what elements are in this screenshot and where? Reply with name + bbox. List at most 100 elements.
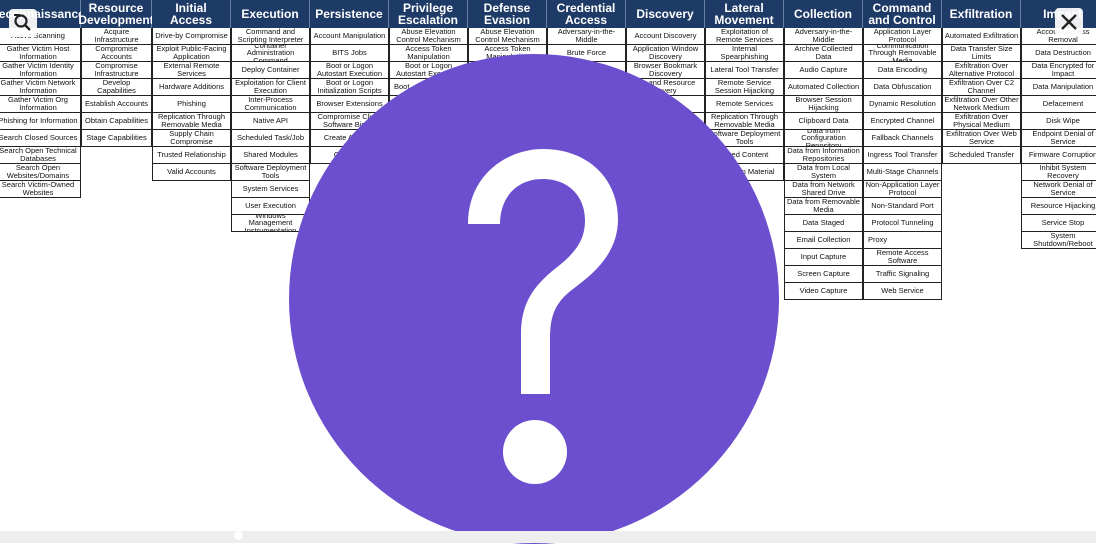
technique-cell[interactable]: Endpoint Denial of Service bbox=[1021, 130, 1096, 147]
technique-cell[interactable]: Communication Through Removable Media bbox=[863, 45, 942, 62]
technique-cell[interactable]: Abuse Elevation Control Mechanism bbox=[389, 28, 468, 45]
technique-cell[interactable]: Browser Session Hijacking bbox=[784, 96, 863, 113]
technique-cell[interactable]: Gather Victim Identity Information bbox=[0, 62, 81, 79]
technique-cell[interactable]: Automated Exfiltration bbox=[942, 28, 1021, 45]
technique-cell[interactable]: Valid Accounts bbox=[152, 164, 231, 181]
technique-cell[interactable]: Encrypted Channel bbox=[863, 113, 942, 130]
technique-cell[interactable]: Trusted Relationship bbox=[152, 147, 231, 164]
technique-cell[interactable]: Gather Victim Host Information bbox=[0, 45, 81, 62]
technique-cell[interactable]: Search Open Technical Databases bbox=[0, 147, 81, 164]
column-header: Resource Development bbox=[78, 0, 154, 28]
technique-cell[interactable]: Data from Removable Media bbox=[784, 198, 863, 215]
technique-cell[interactable]: Exploitation of Remote Services bbox=[705, 28, 784, 45]
technique-cell[interactable]: Service Stop bbox=[1021, 215, 1096, 232]
technique-cell[interactable]: Exploit Public-Facing Application bbox=[152, 45, 231, 62]
technique-cell[interactable]: Network Denial of Service bbox=[1021, 181, 1096, 198]
technique-cell[interactable]: Stage Capabilities bbox=[81, 130, 152, 147]
technique-cell[interactable]: Obtain Capabilities bbox=[81, 113, 152, 130]
technique-cell[interactable]: Acquire Infrastructure bbox=[81, 28, 152, 45]
technique-cell[interactable]: Abuse Elevation Control Mechanism bbox=[468, 28, 547, 45]
technique-cell[interactable]: Hardware Additions bbox=[152, 79, 231, 96]
progress-dot bbox=[234, 531, 243, 540]
technique-cell[interactable]: Exfiltration Over Web Service bbox=[942, 130, 1021, 147]
technique-cell[interactable]: Disk Wipe bbox=[1021, 113, 1096, 130]
technique-cell[interactable]: Firmware Corruption bbox=[1021, 147, 1096, 164]
technique-cell[interactable]: Application Layer Protocol bbox=[863, 28, 942, 45]
technique-cell[interactable]: Data from Configuration Repository bbox=[784, 130, 863, 147]
technique-cell[interactable]: Search Victim-Owned Websites bbox=[0, 181, 81, 198]
technique-cell[interactable]: Data Staged bbox=[784, 215, 863, 232]
technique-cell[interactable]: Archive Collected Data bbox=[784, 45, 863, 62]
technique-cell[interactable]: Account Discovery bbox=[626, 28, 705, 45]
matrix-column: ImpactAccount Access RemovalData Destruc… bbox=[1021, 0, 1096, 543]
technique-cell[interactable]: Data from Network Shared Drive bbox=[784, 181, 863, 198]
close-icon[interactable] bbox=[1055, 8, 1083, 36]
technique-cell[interactable]: Compromise Infrastructure bbox=[81, 62, 152, 79]
technique-cell[interactable]: Audio Capture bbox=[784, 62, 863, 79]
technique-cell[interactable]: Data from Information Repositories bbox=[784, 147, 863, 164]
technique-cell[interactable]: Develop Capabilities bbox=[81, 79, 152, 96]
technique-cell[interactable]: Exfiltration Over Other Network Medium bbox=[942, 96, 1021, 113]
technique-cell[interactable]: Data Encoding bbox=[863, 62, 942, 79]
technique-cell[interactable]: Scheduled Transfer bbox=[942, 147, 1021, 164]
technique-cell[interactable]: Adversary-in-the-Middle bbox=[547, 28, 626, 45]
technique-cell[interactable]: Exfiltration Over C2 Channel bbox=[942, 79, 1021, 96]
technique-cell[interactable]: Data Obfuscation bbox=[863, 79, 942, 96]
technique-cell[interactable]: Search Open Websites/Domains bbox=[0, 164, 81, 181]
technique-cell[interactable]: Inhibit System Recovery bbox=[1021, 164, 1096, 181]
matrix-column: Resource Development Acquire Infrastructu… bbox=[78, 0, 154, 543]
technique-cell[interactable]: Email Collection bbox=[784, 232, 863, 249]
technique-cell[interactable]: Resource Hijacking bbox=[1021, 198, 1096, 215]
technique-cell[interactable]: Screen Capture bbox=[784, 266, 863, 283]
technique-cell[interactable]: Phishing bbox=[152, 96, 231, 113]
zoom-icon[interactable] bbox=[9, 9, 37, 37]
question-mark-icon[interactable] bbox=[288, 54, 781, 544]
technique-cell[interactable]: Defacement bbox=[1021, 96, 1096, 113]
technique-cell[interactable]: Replication Through Removable Media bbox=[152, 113, 231, 130]
matrix-column: Initial Access Drive-by Compromise Exploit… bbox=[152, 0, 231, 543]
column-header: Execution bbox=[231, 0, 310, 28]
technique-cell[interactable]: Data Destruction bbox=[1021, 45, 1096, 62]
technique-cell[interactable]: Multi-Stage Channels bbox=[863, 164, 942, 181]
technique-cell[interactable]: Compromise Accounts bbox=[81, 45, 152, 62]
technique-cell[interactable]: Data Manipulation bbox=[1021, 79, 1096, 96]
technique-cell[interactable]: Exfiltration Over Alternative Protocol bbox=[942, 62, 1021, 79]
technique-cell[interactable]: Data from Local System bbox=[784, 164, 863, 181]
technique-cell[interactable]: Account Manipulation bbox=[310, 28, 389, 45]
technique-cell[interactable]: Data Encrypted for Impact bbox=[1021, 62, 1096, 79]
technique-cell[interactable]: Search Closed Sources bbox=[0, 130, 81, 147]
technique-cell[interactable]: System Shutdown/Reboot bbox=[1021, 232, 1096, 249]
technique-cell[interactable]: Ingress Tool Transfer bbox=[863, 147, 942, 164]
column-header: Lateral Movement bbox=[705, 0, 784, 28]
technique-cell[interactable]: Dynamic Resolution bbox=[863, 96, 942, 113]
column-header: Defense Evasion bbox=[468, 0, 547, 28]
technique-cell[interactable]: Data Transfer Size Limits bbox=[942, 45, 1021, 62]
technique-cell[interactable]: Phishing for Information bbox=[0, 113, 81, 130]
column-header: Credential Access bbox=[547, 0, 626, 28]
technique-cell[interactable]: Supply Chain Compromise bbox=[152, 130, 231, 147]
technique-cell[interactable]: Non-Application Layer Protocol bbox=[863, 181, 942, 198]
matrix-column: Exfiltration Automated Exfiltration Data T… bbox=[942, 0, 1021, 543]
technique-cell[interactable]: Drive-by Compromise bbox=[152, 28, 231, 45]
technique-cell[interactable]: Gather Victim Org Information bbox=[0, 96, 81, 113]
technique-cell[interactable]: Gather Victim Network Information bbox=[0, 79, 81, 96]
technique-cell[interactable]: Proxy bbox=[863, 232, 942, 249]
technique-cell[interactable]: Establish Accounts bbox=[81, 96, 152, 113]
technique-cell[interactable]: Input Capture bbox=[784, 249, 863, 266]
technique-cell[interactable]: Protocol Tunneling bbox=[863, 215, 942, 232]
column-header: Collection bbox=[784, 0, 863, 28]
technique-cell[interactable]: Automated Collection bbox=[784, 79, 863, 96]
technique-cell[interactable]: Clipboard Data bbox=[784, 113, 863, 130]
technique-cell[interactable]: External Remote Services bbox=[152, 62, 231, 79]
technique-cell[interactable]: Traffic Signaling bbox=[863, 266, 942, 283]
technique-cell[interactable]: Fallback Channels bbox=[863, 130, 942, 147]
technique-cell[interactable]: Exfiltration Over Physical Medium bbox=[942, 113, 1021, 130]
technique-cell[interactable]: Video Capture bbox=[784, 283, 863, 300]
column-header: Command and Control bbox=[863, 0, 942, 28]
technique-cell[interactable]: Web Service bbox=[863, 283, 942, 300]
technique-cell[interactable]: Remote Access Software bbox=[863, 249, 942, 266]
technique-cell[interactable]: Command and Scripting Interpreter bbox=[231, 28, 310, 45]
technique-cell[interactable]: Adversary-in-the-Middle bbox=[784, 28, 863, 45]
technique-cell[interactable]: Non-Standard Port bbox=[863, 198, 942, 215]
matrix-column: ReconnaissanceActive ScanningGather Vict… bbox=[0, 0, 85, 543]
